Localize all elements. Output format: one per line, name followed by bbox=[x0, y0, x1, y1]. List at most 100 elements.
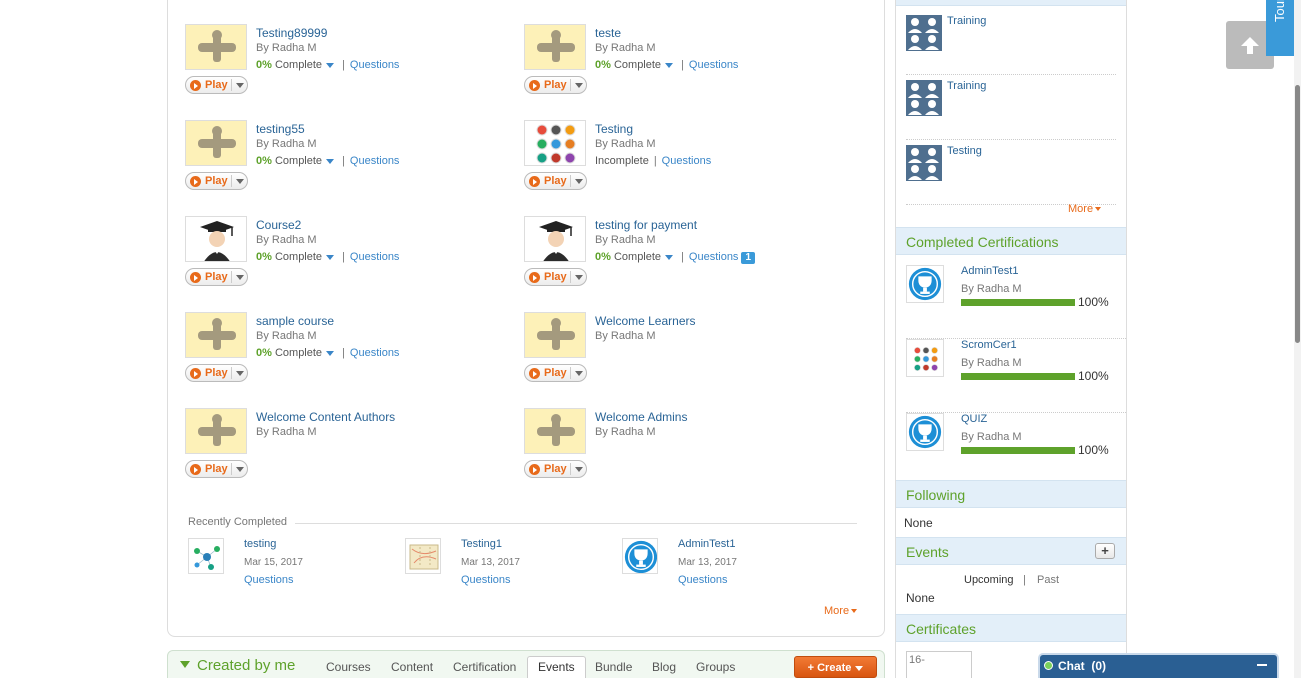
chat-bar[interactable]: Chat (0) bbox=[1038, 653, 1279, 678]
course-title[interactable]: testing55 bbox=[256, 122, 305, 136]
course-title[interactable]: teste bbox=[595, 26, 621, 40]
play-button[interactable]: Play bbox=[185, 172, 248, 190]
badges-icon[interactable] bbox=[906, 339, 944, 377]
play-button[interactable]: Play bbox=[185, 460, 248, 478]
graduate-icon[interactable] bbox=[185, 216, 247, 262]
course-title[interactable]: Testing bbox=[595, 122, 633, 136]
chevron-down-icon[interactable] bbox=[326, 254, 335, 260]
trophy-icon[interactable] bbox=[906, 265, 944, 303]
chevron-down-icon[interactable] bbox=[575, 371, 583, 376]
placeholder-icon[interactable] bbox=[524, 312, 586, 358]
chevron-down-icon[interactable] bbox=[236, 179, 244, 184]
questions-link[interactable]: Questions bbox=[350, 155, 400, 167]
group-name[interactable]: Testing bbox=[947, 145, 982, 157]
chevron-down-icon[interactable] bbox=[236, 83, 244, 88]
recent-title[interactable]: AdminTest1 bbox=[678, 538, 735, 550]
tab-blog[interactable]: Blog bbox=[652, 660, 676, 674]
groups-more-link[interactable]: More bbox=[1068, 203, 1102, 215]
group-name[interactable]: Training bbox=[947, 15, 986, 27]
course-status: Incomplete bbox=[595, 155, 649, 167]
certification-name[interactable]: AdminTest1 bbox=[961, 265, 1018, 277]
questions-link[interactable]: Questions bbox=[689, 251, 739, 263]
questions-link[interactable]: Questions bbox=[461, 574, 511, 586]
chevron-down-icon[interactable] bbox=[236, 467, 244, 472]
placeholder-icon[interactable] bbox=[185, 312, 247, 358]
chevron-down-icon[interactable] bbox=[326, 158, 335, 164]
certification-name[interactable]: QUIZ bbox=[961, 413, 987, 425]
course-title[interactable]: Welcome Admins bbox=[595, 410, 687, 424]
chevron-down-icon[interactable] bbox=[575, 83, 583, 88]
course-title[interactable]: Welcome Learners bbox=[595, 314, 696, 328]
placeholder-icon[interactable] bbox=[185, 120, 247, 166]
chevron-down-icon[interactable] bbox=[575, 467, 583, 472]
placeholder-icon[interactable] bbox=[185, 24, 247, 70]
minimize-icon[interactable] bbox=[1257, 664, 1267, 666]
chevron-down-icon[interactable] bbox=[236, 371, 244, 376]
play-button[interactable]: Play bbox=[524, 460, 587, 478]
questions-link[interactable]: Questions bbox=[350, 347, 400, 359]
trophy-icon[interactable] bbox=[906, 413, 944, 451]
questions-link[interactable]: Questions bbox=[350, 251, 400, 263]
events-upcoming-tab[interactable]: Upcoming bbox=[964, 574, 1014, 586]
graduate-icon[interactable] bbox=[524, 216, 586, 262]
placeholder-icon[interactable] bbox=[185, 408, 247, 454]
course-title[interactable]: Course2 bbox=[256, 218, 301, 232]
course-title[interactable]: sample course bbox=[256, 314, 334, 328]
badges-icon[interactable] bbox=[524, 120, 586, 166]
course-progress: 0% Complete | Questions 1 bbox=[595, 251, 755, 264]
network-icon[interactable] bbox=[188, 538, 224, 574]
created-by-me-title[interactable]: Created by me bbox=[197, 657, 295, 674]
completed-certifications-header: Completed Certifications bbox=[896, 227, 1126, 255]
play-button[interactable]: Play bbox=[185, 364, 248, 382]
tab-bundle[interactable]: Bundle bbox=[595, 660, 632, 674]
add-event-button[interactable]: + bbox=[1095, 543, 1115, 559]
placeholder-icon[interactable] bbox=[524, 408, 586, 454]
chevron-down-icon[interactable] bbox=[665, 62, 674, 68]
events-past-tab[interactable]: Past bbox=[1037, 574, 1059, 586]
play-button[interactable]: Play bbox=[185, 268, 248, 286]
placeholder-icon[interactable] bbox=[524, 24, 586, 70]
chevron-down-icon[interactable] bbox=[575, 179, 583, 184]
collapse-triangle-icon[interactable] bbox=[180, 661, 190, 668]
recent-title[interactable]: testing bbox=[244, 538, 276, 550]
recently-completed-more-link[interactable]: More bbox=[824, 605, 858, 617]
course-author: By Radha M bbox=[256, 42, 317, 54]
certificate-image[interactable]: 16- bbox=[906, 651, 972, 678]
course-title[interactable]: Testing89999 bbox=[256, 26, 327, 40]
group-item[interactable]: Training bbox=[906, 80, 1116, 140]
tab-events[interactable]: Events bbox=[527, 656, 586, 678]
questions-link[interactable]: Questions bbox=[350, 59, 400, 71]
map-icon[interactable] bbox=[405, 538, 441, 574]
group-item[interactable]: Testing bbox=[906, 145, 1116, 205]
play-button[interactable]: Play bbox=[524, 268, 587, 286]
tab-groups[interactable]: Groups bbox=[696, 660, 735, 674]
group-item[interactable]: Training bbox=[906, 15, 1116, 75]
play-button[interactable]: Play bbox=[185, 76, 248, 94]
play-button[interactable]: Play bbox=[524, 364, 587, 382]
play-button[interactable]: Play bbox=[524, 76, 587, 94]
chevron-down-icon[interactable] bbox=[326, 350, 335, 356]
chevron-down-icon[interactable] bbox=[575, 275, 583, 280]
trophy-icon[interactable] bbox=[622, 538, 658, 574]
tour-tab[interactable]: Tour bbox=[1266, 0, 1294, 56]
chevron-down-icon[interactable] bbox=[665, 254, 674, 260]
tab-certification[interactable]: Certification bbox=[453, 660, 516, 674]
create-button[interactable]: + Create bbox=[794, 656, 877, 678]
chevron-down-icon[interactable] bbox=[236, 275, 244, 280]
tab-courses[interactable]: Courses bbox=[326, 660, 371, 674]
play-button[interactable]: Play bbox=[524, 172, 587, 190]
play-label: Play bbox=[544, 367, 567, 379]
questions-link[interactable]: Questions bbox=[689, 59, 739, 71]
course-title[interactable]: Welcome Content Authors bbox=[256, 410, 395, 424]
scrollbar-thumb[interactable] bbox=[1295, 85, 1300, 343]
questions-link[interactable]: Questions bbox=[662, 155, 712, 167]
certification-name[interactable]: ScromCer1 bbox=[961, 339, 1017, 351]
group-name[interactable]: Training bbox=[947, 80, 986, 92]
chevron-down-icon[interactable] bbox=[326, 62, 335, 68]
course-card: testing for payment By Radha M 0% Complete… bbox=[524, 216, 854, 296]
recent-title[interactable]: Testing1 bbox=[461, 538, 502, 550]
course-title[interactable]: testing for payment bbox=[595, 218, 697, 232]
questions-link[interactable]: Questions bbox=[244, 574, 294, 586]
tab-content[interactable]: Content bbox=[391, 660, 433, 674]
questions-link[interactable]: Questions bbox=[678, 574, 728, 586]
